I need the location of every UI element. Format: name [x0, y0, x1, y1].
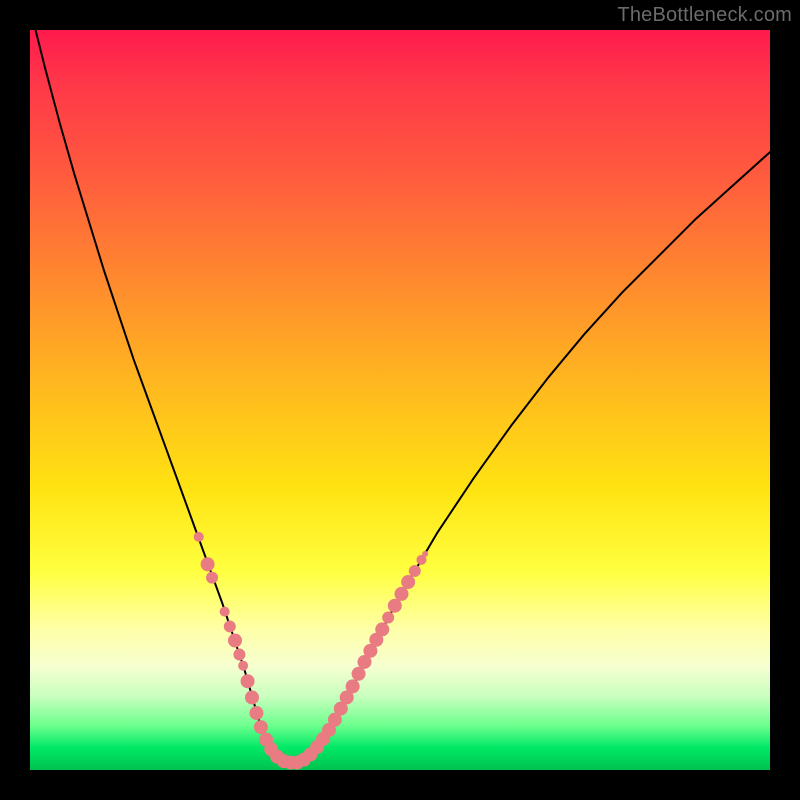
bottleneck-curve	[30, 8, 770, 763]
plot-area	[30, 30, 770, 770]
curve-marker	[375, 622, 389, 636]
chart-svg	[30, 30, 770, 770]
curve-marker	[249, 706, 263, 720]
curve-marker	[352, 667, 366, 681]
curve-marker	[201, 557, 215, 571]
curve-marker	[194, 532, 204, 542]
curve-marker	[224, 620, 236, 632]
curve-marker	[206, 572, 218, 584]
chart-stage: TheBottleneck.com	[0, 0, 800, 800]
curve-marker	[245, 690, 259, 704]
curve-marker	[220, 607, 230, 617]
curve-marker	[254, 720, 268, 734]
curve-marker	[238, 661, 248, 671]
curve-marker	[401, 575, 415, 589]
curve-marker	[241, 674, 255, 688]
curve-marker	[409, 565, 421, 577]
curve-marker	[346, 679, 360, 693]
curve-marker	[233, 649, 245, 661]
curve-marker	[382, 612, 394, 624]
curve-marker	[394, 587, 408, 601]
curve-marker	[422, 551, 428, 557]
curve-marker	[228, 634, 242, 648]
curve-markers	[194, 532, 428, 770]
watermark-text: TheBottleneck.com	[617, 4, 792, 27]
curve-marker	[388, 599, 402, 613]
